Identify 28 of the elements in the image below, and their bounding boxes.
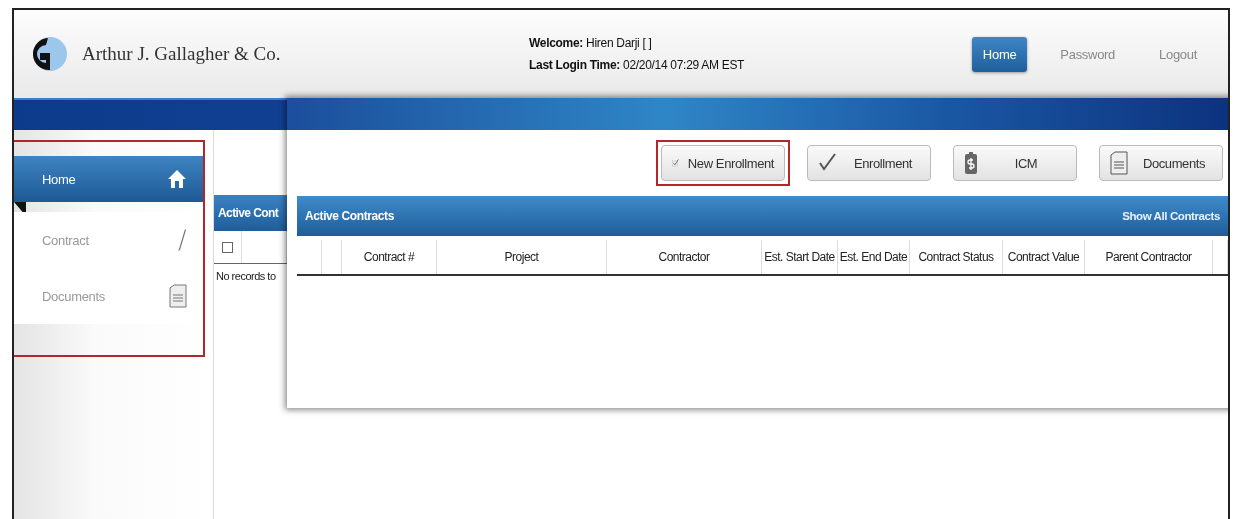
document-icon: [1110, 151, 1128, 175]
checkbox[interactable]: [222, 241, 233, 253]
column-header[interactable]: Parent Contractor: [1085, 240, 1213, 274]
document-icon: [169, 284, 187, 308]
sidebar-item[interactable]: Home: [14, 156, 203, 202]
last-login-text: Last Login Time: 02/20/14 07:29 AM EST: [529, 58, 745, 72]
dollar-tag-icon: [964, 151, 978, 175]
nav-link[interactable]: Home: [971, 36, 1028, 72]
toolbar-button[interactable]: Enrollment: [807, 145, 931, 181]
show-all-link[interactable]: Show All Contracts: [1122, 210, 1220, 222]
column-header[interactable]: Contract Value: [1003, 240, 1085, 274]
panel-title: Active Cont: [214, 195, 287, 231]
pencil-icon: [177, 228, 187, 252]
column-header[interactable]: Est. Start Date: [762, 240, 838, 274]
column-header[interactable]: Contractor: [607, 240, 762, 274]
column-header[interactable]: Contract Status: [910, 240, 1003, 274]
company-name: Arthur J. Gallagher & Co.: [82, 43, 281, 65]
empty-message: No records to: [215, 269, 277, 284]
check-icon: [818, 153, 838, 173]
toolbar-button[interactable]: Documents: [1099, 145, 1223, 181]
column-header[interactable]: Project: [437, 240, 607, 274]
column-header[interactable]: Est. End Date: [838, 240, 910, 274]
welcome-text: Welcome: Hiren Darji [ ]: [529, 36, 652, 50]
table-title: Active Contracts: [305, 209, 394, 223]
toolbar-button[interactable]: New Enrollment: [661, 145, 785, 181]
house-icon: [167, 169, 187, 189]
column-header[interactable]: Contract #: [342, 240, 437, 274]
toolbar-button[interactable]: ICM: [953, 145, 1077, 181]
